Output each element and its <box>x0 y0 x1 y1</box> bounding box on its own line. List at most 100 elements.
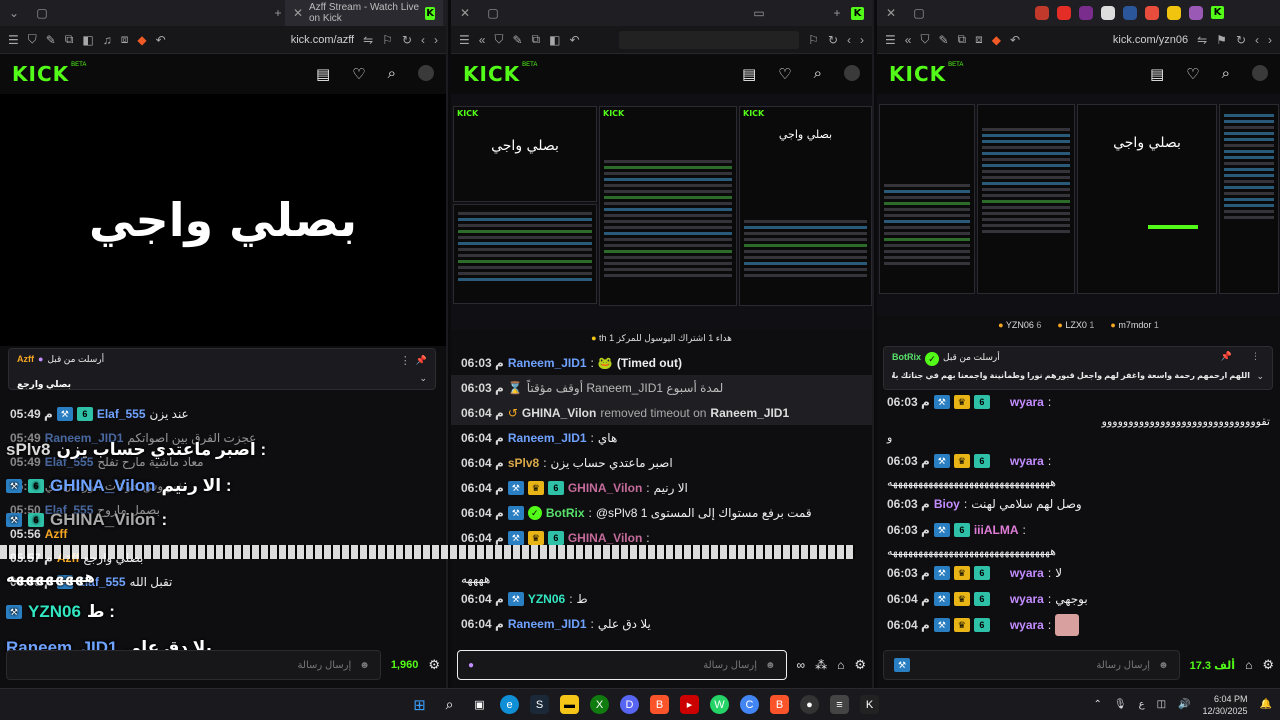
settings-gear-icon[interactable]: ⚙ <box>428 657 440 673</box>
screen-icon[interactable]: ▭ <box>745 6 773 20</box>
kick-favicon-icon[interactable]: K <box>1211 6 1224 19</box>
steam-icon[interactable]: S <box>530 695 549 714</box>
kick-app-icon[interactable]: K <box>860 695 879 714</box>
extensions-icon[interactable]: ✎ <box>512 33 522 47</box>
music-icon[interactable]: ♫ <box>103 33 112 47</box>
username[interactable]: wyara <box>1010 618 1044 632</box>
new-tab-icon[interactable]: + <box>823 6 851 20</box>
reload-icon[interactable]: ↻ <box>828 33 838 47</box>
ext-icon-4[interactable] <box>1123 6 1137 20</box>
video-app-icon[interactable]: ▶ <box>680 695 699 714</box>
username[interactable]: YZN06 <box>528 592 565 606</box>
username[interactable]: wyara <box>1010 395 1044 409</box>
screenshot-icon[interactable]: ⧉ <box>65 32 74 47</box>
search-icon[interactable]: ⌕ <box>1222 65 1230 83</box>
search-icon[interactable]: ⌕ <box>440 695 459 714</box>
username[interactable]: sPlv8 <box>508 456 539 470</box>
following-heart-icon[interactable]: ♡ <box>1186 65 1199 83</box>
store-icon[interactable]: ⌂ <box>1245 658 1252 672</box>
ext-icon-5[interactable] <box>1145 6 1159 20</box>
bookmark-icon[interactable]: ⚐ <box>382 33 393 47</box>
username[interactable]: Raneem_JID1 <box>508 617 587 631</box>
double-chevron-icon[interactable]: « <box>905 33 912 47</box>
ext-icon-3[interactable] <box>1101 6 1115 20</box>
bookmark-icon[interactable]: ⚑ <box>1216 33 1227 47</box>
close-window-icon[interactable]: ✕ <box>877 6 905 20</box>
browse-icon[interactable]: ▤ <box>316 65 330 83</box>
store-icon[interactable]: ⌂ <box>837 658 844 672</box>
forward-icon[interactable]: › <box>434 33 438 47</box>
pinned-user[interactable]: Azff <box>17 354 34 365</box>
username[interactable]: BotRix <box>546 506 585 520</box>
pin-icon[interactable]: 📌 <box>1221 351 1232 362</box>
tab-square-icon[interactable]: ▢ <box>479 6 507 20</box>
username[interactable]: iiiALMA <box>974 523 1019 537</box>
ext-icon-7[interactable] <box>1189 6 1203 20</box>
shield-icon[interactable]: ⛉ <box>920 32 929 47</box>
screenshot-icon[interactable]: ⧉ <box>532 32 541 47</box>
menu-icon[interactable]: ☰ <box>885 33 896 47</box>
settings-gear-icon[interactable]: ⚙ <box>854 657 866 673</box>
brave-beta-icon[interactable]: B <box>770 695 789 714</box>
username[interactable]: Elaf_555 <box>97 407 146 421</box>
user-avatar[interactable] <box>844 65 860 81</box>
edge-icon[interactable]: e <box>500 695 519 714</box>
chat-input[interactable]: إرسال رسالة ☻ <box>6 650 381 680</box>
target-username[interactable]: Raneem_JID1 <box>710 406 789 420</box>
forward-icon[interactable]: › <box>860 33 864 47</box>
close-window-icon[interactable]: ✕ <box>451 6 479 20</box>
more-icon[interactable]: ⋮ <box>400 354 411 367</box>
username[interactable]: Raneem_JID1 <box>508 431 587 445</box>
brave-icon[interactable]: ◆ <box>137 33 146 47</box>
undo-icon[interactable]: ↶ <box>156 33 166 47</box>
username[interactable]: GHINA_Vilon <box>568 531 642 545</box>
chrome-icon[interactable]: C <box>740 695 759 714</box>
tab-azff-stream[interactable]: ✕ Azff Stream - Watch Live on Kick K <box>285 0 443 26</box>
username[interactable]: wyara <box>1010 566 1044 580</box>
chain-icon[interactable]: ∞ <box>797 658 806 672</box>
tune-icon[interactable]: ⇋ <box>363 33 373 47</box>
extensions-icon[interactable]: ✎ <box>938 33 948 47</box>
app-icon[interactable]: ≡ <box>830 695 849 714</box>
back-icon[interactable]: ‹ <box>1255 33 1259 47</box>
discord-icon[interactable]: D <box>620 695 639 714</box>
tab-list-icon[interactable]: ⌄ <box>0 6 28 20</box>
settings-gear-icon[interactable]: ⚙ <box>1262 657 1274 673</box>
extensions-icon[interactable]: ✎ <box>46 33 56 47</box>
back-icon[interactable]: ‹ <box>847 33 851 47</box>
chat-input[interactable]: ● إرسال رسالة ☻ <box>457 650 787 680</box>
emoji-icon[interactable]: ☻ <box>765 660 776 671</box>
shield-icon[interactable]: ⛉ <box>28 32 37 47</box>
pip-icon[interactable]: ⧈ <box>975 32 983 47</box>
following-heart-icon[interactable]: ♡ <box>352 65 365 83</box>
chevron-down-icon[interactable]: ⌄ <box>1256 371 1264 382</box>
emoji-icon[interactable]: ☻ <box>359 660 370 671</box>
mic-icon[interactable]: 🎙 <box>1114 699 1127 710</box>
new-tab-icon[interactable]: + <box>264 6 292 20</box>
kick-logo[interactable]: KICK <box>889 62 946 86</box>
tune-icon[interactable]: ⇋ <box>1197 33 1207 47</box>
tab-square-icon[interactable]: ▢ <box>28 6 56 20</box>
search-icon[interactable]: ⌕ <box>388 65 396 83</box>
tab-close-icon[interactable]: ✕ <box>293 6 303 20</box>
chevron-down-icon[interactable]: ⌄ <box>419 373 427 384</box>
undo-icon[interactable]: ↶ <box>569 33 579 47</box>
ext-icon-6[interactable] <box>1167 6 1181 20</box>
browse-icon[interactable]: ▤ <box>1150 65 1164 83</box>
stream-player[interactable]: بصلي واجي <box>877 94 1280 316</box>
brave-icon[interactable]: ◆ <box>992 33 1001 47</box>
forward-icon[interactable]: › <box>1268 33 1272 47</box>
task-view-icon[interactable]: ▣ <box>470 695 489 714</box>
stream-player[interactable]: KICK بصلي واجي KICK KICK بصلي واجي <box>451 94 872 330</box>
menu-icon[interactable]: ☰ <box>8 33 19 47</box>
following-heart-icon[interactable]: ♡ <box>778 65 791 83</box>
back-icon[interactable]: ‹ <box>421 33 425 47</box>
username[interactable]: wyara <box>1010 454 1044 468</box>
username[interactable]: GHINA_Vilon <box>568 481 642 495</box>
username[interactable]: Raneem_JID1 <box>508 356 587 370</box>
windows-start-icon[interactable]: ⊞ <box>410 695 429 714</box>
kick-logo[interactable]: KICK <box>12 62 69 86</box>
ext-icon-2[interactable] <box>1079 6 1093 20</box>
ext-icon-1[interactable] <box>1035 6 1049 20</box>
address-field[interactable]: kick.com/yzn06 <box>1113 34 1188 46</box>
